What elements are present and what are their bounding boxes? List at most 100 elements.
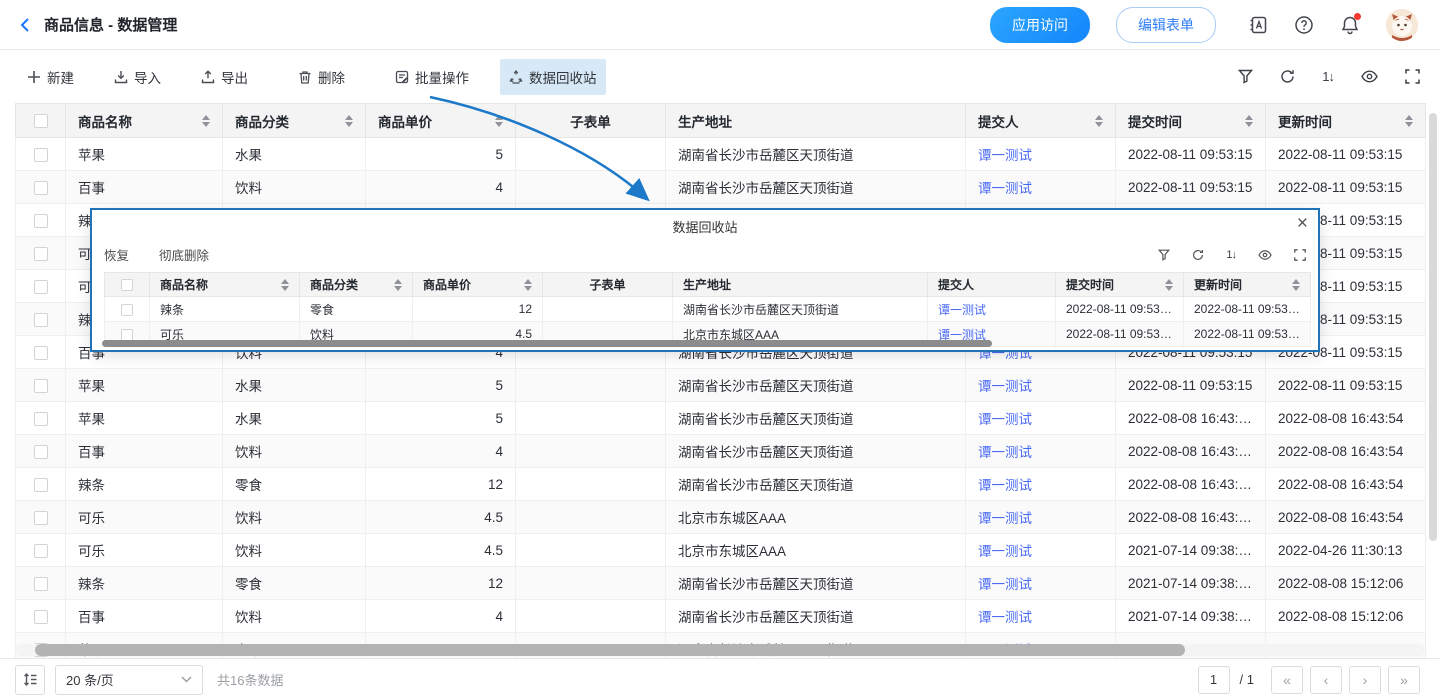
- app-access-button[interactable]: 应用访问: [990, 7, 1090, 43]
- toolbar-button-new[interactable]: 新建: [18, 59, 83, 95]
- refresh-icon[interactable]: [1280, 69, 1295, 84]
- edit-form-button[interactable]: 编辑表单: [1116, 7, 1216, 43]
- submitter-link[interactable]: 谭一测试: [978, 148, 1032, 163]
- column-header-name[interactable]: 商品名称: [66, 104, 223, 138]
- app-header: 商品信息 - 数据管理 应用访问 编辑表单: [0, 0, 1440, 50]
- row-checkbox[interactable]: [121, 304, 133, 316]
- back-icon[interactable]: [18, 17, 34, 33]
- column-header-update-time[interactable]: 更新时间: [1184, 273, 1311, 297]
- row-checkbox[interactable]: [34, 214, 48, 228]
- row-checkbox[interactable]: [34, 511, 48, 525]
- modal-horizontal-scrollbar[interactable]: [102, 340, 992, 347]
- sort-icon[interactable]: [1397, 115, 1413, 127]
- language-dictionary-icon[interactable]: [1248, 15, 1268, 35]
- cell-name: 可乐: [66, 534, 223, 567]
- cell-category: 饮料: [223, 534, 366, 567]
- sort-icon[interactable]: [337, 115, 353, 127]
- help-icon[interactable]: [1294, 15, 1314, 35]
- row-checkbox[interactable]: [34, 577, 48, 591]
- page-size-select[interactable]: 20 条/页: [55, 665, 203, 695]
- submitter-link[interactable]: 谭一测试: [978, 478, 1032, 493]
- submitter-link[interactable]: 谭一测试: [978, 511, 1032, 526]
- sort-icon[interactable]: [516, 279, 532, 291]
- avatar[interactable]: [1386, 9, 1418, 41]
- submitter-link[interactable]: 谭一测试: [938, 303, 986, 317]
- current-page-input[interactable]: 1: [1198, 666, 1230, 694]
- vertical-scrollbar[interactable]: [1429, 113, 1437, 541]
- row-checkbox[interactable]: [34, 247, 48, 261]
- column-visibility-icon[interactable]: [1258, 249, 1272, 261]
- cell-submit-time: 2022-08-11 09:53:15: [1056, 322, 1184, 347]
- sort-order-icon[interactable]: 1↓: [1322, 69, 1334, 84]
- sort-icon[interactable]: [1284, 279, 1300, 291]
- sort-icon[interactable]: [194, 115, 210, 127]
- column-header-price[interactable]: 商品单价: [366, 104, 516, 138]
- submitter-link[interactable]: 谭一测试: [978, 610, 1032, 625]
- next-page-button[interactable]: ›: [1349, 666, 1381, 694]
- fullscreen-icon[interactable]: [1405, 69, 1420, 84]
- last-page-button[interactable]: »: [1388, 666, 1420, 694]
- select-all-checkbox[interactable]: [121, 279, 133, 291]
- cell-address: 北京市东城区AAA: [666, 501, 966, 534]
- sort-icon[interactable]: [1087, 115, 1103, 127]
- column-header-price[interactable]: 商品单价: [413, 273, 543, 297]
- toolbar-button-batch[interactable]: 批量操作: [386, 59, 478, 95]
- row-checkbox[interactable]: [34, 610, 48, 624]
- fullscreen-icon[interactable]: [1294, 249, 1306, 261]
- row-checkbox[interactable]: [34, 445, 48, 459]
- cell-address: 湖南省长沙市岳麓区天顶街道: [666, 171, 966, 204]
- row-height-icon[interactable]: [15, 665, 45, 695]
- row-checkbox[interactable]: [34, 544, 48, 558]
- row-checkbox[interactable]: [34, 346, 48, 360]
- column-header-update-time[interactable]: 更新时间: [1266, 104, 1426, 138]
- refresh-icon[interactable]: [1192, 249, 1204, 261]
- toolbar-button-delete[interactable]: 删除: [289, 59, 354, 95]
- cell-subform: [543, 297, 673, 322]
- notification-bell-icon[interactable]: [1340, 15, 1360, 35]
- prev-page-button[interactable]: ‹: [1310, 666, 1342, 694]
- sort-icon[interactable]: [1157, 279, 1173, 291]
- recycle-bin-modal: 数据回收站 × 恢复 彻底删除 1↓ 商品名称商品分类商品单价子表单生产地址提交…: [90, 208, 1320, 352]
- sort-icon[interactable]: [487, 115, 503, 127]
- row-checkbox[interactable]: [34, 148, 48, 162]
- column-header-submitter[interactable]: 提交人: [966, 104, 1116, 138]
- submitter-link[interactable]: 谭一测试: [978, 181, 1032, 196]
- column-header-category[interactable]: 商品分类: [223, 104, 366, 138]
- row-checkbox[interactable]: [34, 313, 48, 327]
- table-row: 百事饮料4湖南省长沙市岳麓区天顶街道谭一测试2022-08-11 09:53:1…: [16, 171, 1426, 204]
- toolbar-button-import[interactable]: 导入: [105, 59, 170, 95]
- filter-icon[interactable]: [1158, 249, 1170, 261]
- submitter-link[interactable]: 谭一测试: [978, 577, 1032, 592]
- toolbar-button-export[interactable]: 导出: [192, 59, 257, 95]
- submitter-link[interactable]: 谭一测试: [978, 544, 1032, 559]
- close-icon[interactable]: ×: [1297, 214, 1308, 233]
- sort-order-icon[interactable]: 1↓: [1226, 249, 1236, 261]
- submitter-link[interactable]: 谭一测试: [978, 412, 1032, 427]
- sort-icon[interactable]: [273, 279, 289, 291]
- sort-icon[interactable]: [386, 279, 402, 291]
- row-checkbox[interactable]: [34, 379, 48, 393]
- table-row: 可乐饮料4.5北京市东城区AAA谭一测试2021-07-14 09:38:462…: [16, 534, 1426, 567]
- sort-icon[interactable]: [1237, 115, 1253, 127]
- column-header-category[interactable]: 商品分类: [300, 273, 413, 297]
- first-page-button[interactable]: «: [1271, 666, 1303, 694]
- toolbar-button-recycle[interactable]: 数据回收站: [500, 59, 606, 95]
- select-all-checkbox[interactable]: [34, 114, 48, 128]
- row-checkbox[interactable]: [34, 478, 48, 492]
- row-checkbox[interactable]: [34, 412, 48, 426]
- horizontal-scrollbar[interactable]: [35, 644, 1185, 656]
- table-row: 苹果水果5湖南省长沙市岳麓区天顶街道谭一测试2022-08-11 09:53:1…: [16, 369, 1426, 402]
- column-visibility-icon[interactable]: [1361, 69, 1378, 84]
- purge-button[interactable]: 彻底删除: [159, 245, 209, 264]
- submitter-link[interactable]: 谭一测试: [978, 445, 1032, 460]
- filter-icon[interactable]: [1238, 69, 1253, 84]
- submitter-link[interactable]: 谭一测试: [978, 379, 1032, 394]
- restore-button[interactable]: 恢复: [104, 245, 129, 264]
- cell-update-time: 2022-08-11 09:53:15: [1266, 369, 1426, 402]
- row-checkbox[interactable]: [34, 181, 48, 195]
- cell-category: 饮料: [223, 171, 366, 204]
- column-header-name[interactable]: 商品名称: [150, 273, 300, 297]
- column-header-submit-time[interactable]: 提交时间: [1056, 273, 1184, 297]
- row-checkbox[interactable]: [34, 280, 48, 294]
- column-header-submit-time[interactable]: 提交时间: [1116, 104, 1266, 138]
